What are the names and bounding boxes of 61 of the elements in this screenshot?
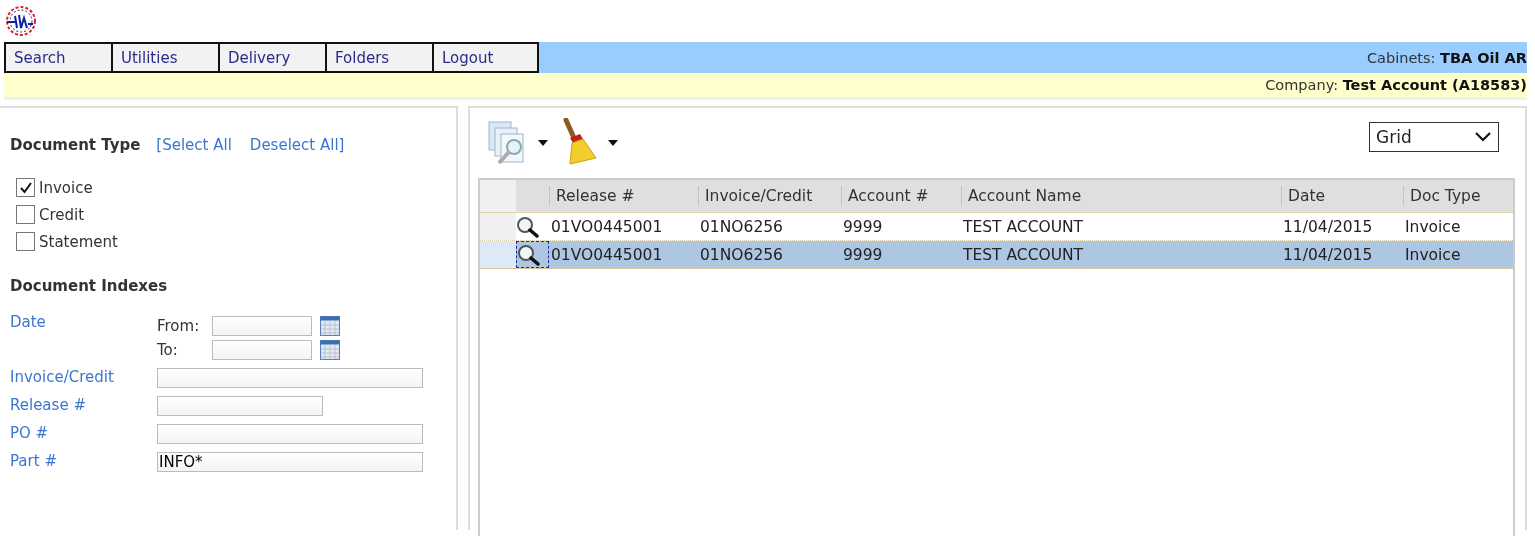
column-header[interactable]: Doc Type [1403,187,1491,205]
search-icon[interactable] [516,215,540,238]
checkbox-label: Credit [39,205,85,224]
table-row[interactable]: 01VO0445001 01NO6256 9999 TEST ACCOUNT 11/04/2015 Invoice [480,241,1513,269]
column-header[interactable]: Release # [549,187,698,205]
to-label: To: [157,341,179,359]
field-label: Part # [10,452,58,470]
input-field[interactable] [157,368,423,388]
from-label: From: [157,317,201,335]
company-label: Company: Test Account (A18583) [1265,77,1527,93]
checkbox[interactable] [16,178,35,197]
field-label: Invoice/Credit [10,368,115,386]
table-cell-text: TEST ACCOUNT [962,245,1085,264]
section-title: Document Type [10,136,141,154]
table-cell-text: 01NO6256 [699,245,784,264]
logo-icon [4,4,38,38]
checkbox[interactable] [16,232,35,251]
table-cell-text: Invoice [1404,245,1462,264]
table-cell-text: TEST ACCOUNT [962,217,1085,236]
checkbox-label: Invoice [39,178,93,197]
table-cell-text: 9999 [842,245,884,264]
field-label: PO # [10,424,50,442]
chevron-icon[interactable] [1474,131,1492,143]
menu-tab[interactable]: Search [4,42,111,73]
column-header[interactable]: Invoice/Credit [698,187,841,205]
field-label: Date [10,313,47,331]
search-icon[interactable] [517,243,541,266]
menu-tab[interactable]: Delivery [218,42,325,73]
cabinets-label: Cabinets: TBA Oil AR [1367,49,1527,66]
corner-header [480,180,516,212]
input-field[interactable] [212,316,312,336]
menu-tab[interactable]: Folders [325,42,432,73]
input-field[interactable] [157,396,323,416]
table-cell-text: 11/04/2015 [1282,217,1374,236]
checkbox[interactable] [16,205,35,224]
table-cell-text: 01VO0445001 [550,245,664,264]
table-cell-text: 9999 [842,217,884,236]
table-cell-text: 11/04/2015 [1282,245,1374,264]
caret-icon[interactable] [608,140,618,146]
column-header[interactable]: Date [1281,187,1403,205]
menu-tab[interactable]: Logout [432,42,539,73]
checkbox-label: Statement [39,232,118,251]
input-field[interactable] [157,424,423,444]
menu-tab[interactable]: Utilities [111,42,218,73]
calendar-icon[interactable] [320,340,340,360]
select-all-link[interactable]: Select All [162,136,232,154]
field-label: Release # [10,396,87,414]
deselect-all-link[interactable]: Deselect All [249,136,339,154]
table-cell-text: Invoice [1404,217,1462,236]
input-field[interactable]: INFO* [157,452,423,472]
column-header[interactable]: Account Name [961,187,1281,205]
table-cell-text: 01NO6256 [699,217,784,236]
input-field[interactable] [212,340,312,360]
bracket-text: ] [338,136,345,154]
view-dropdown[interactable]: Grid [1369,122,1499,152]
section-title: Document Indexes [10,277,169,295]
bracket-text: [ [156,136,163,154]
column-header[interactable]: Account # [841,187,961,205]
table-cell-text: 01VO0445001 [550,217,664,236]
caret-icon[interactable] [538,140,548,146]
calendar-icon[interactable] [320,316,340,336]
